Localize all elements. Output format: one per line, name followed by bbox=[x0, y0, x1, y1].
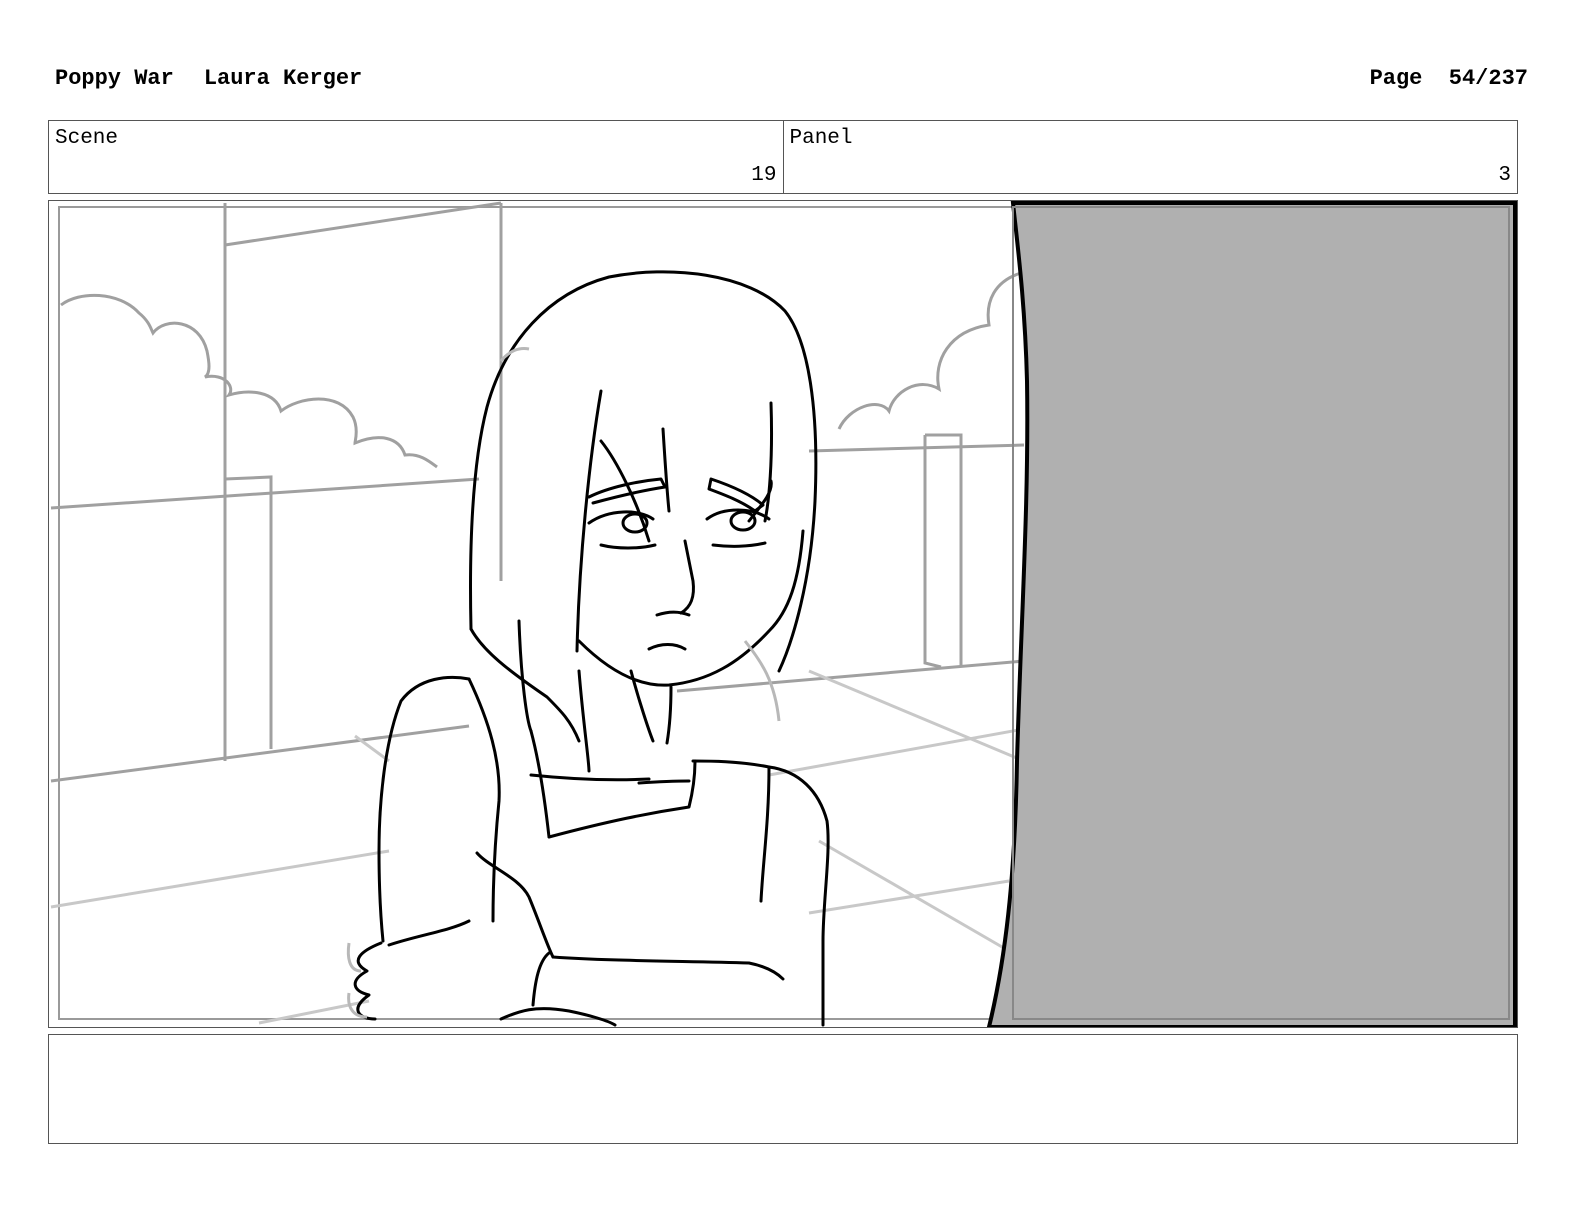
scene-cell: Scene 19 bbox=[49, 121, 783, 193]
page-number: 54/237 bbox=[1448, 66, 1528, 91]
sketch-shadow-lines bbox=[346, 347, 781, 1019]
page-indicator: Page 54/237 bbox=[1370, 66, 1528, 91]
scene-label: Scene bbox=[55, 127, 119, 150]
project-header: Poppy War Laura Kerger bbox=[55, 66, 392, 91]
scene-number: 19 bbox=[751, 164, 777, 187]
clouds bbox=[60, 271, 1022, 469]
background-architecture bbox=[50, 201, 1025, 783]
notes-box bbox=[48, 1034, 1518, 1144]
panel-label: Panel bbox=[789, 127, 853, 150]
storyboard-sketch bbox=[50, 201, 1517, 1027]
character-sketch bbox=[353, 270, 830, 1027]
project-title: Poppy War bbox=[55, 66, 174, 91]
scene-panel-row: Scene 19 Panel 3 bbox=[48, 120, 1518, 194]
page-label: Page bbox=[1369, 66, 1423, 91]
panel-number: 3 bbox=[1498, 164, 1511, 187]
foreground-occluder bbox=[986, 201, 1517, 1027]
storyboard-panel bbox=[48, 200, 1518, 1028]
panel-cell: Panel 3 bbox=[782, 121, 1518, 193]
artist-name: Laura Kerger bbox=[203, 66, 363, 91]
